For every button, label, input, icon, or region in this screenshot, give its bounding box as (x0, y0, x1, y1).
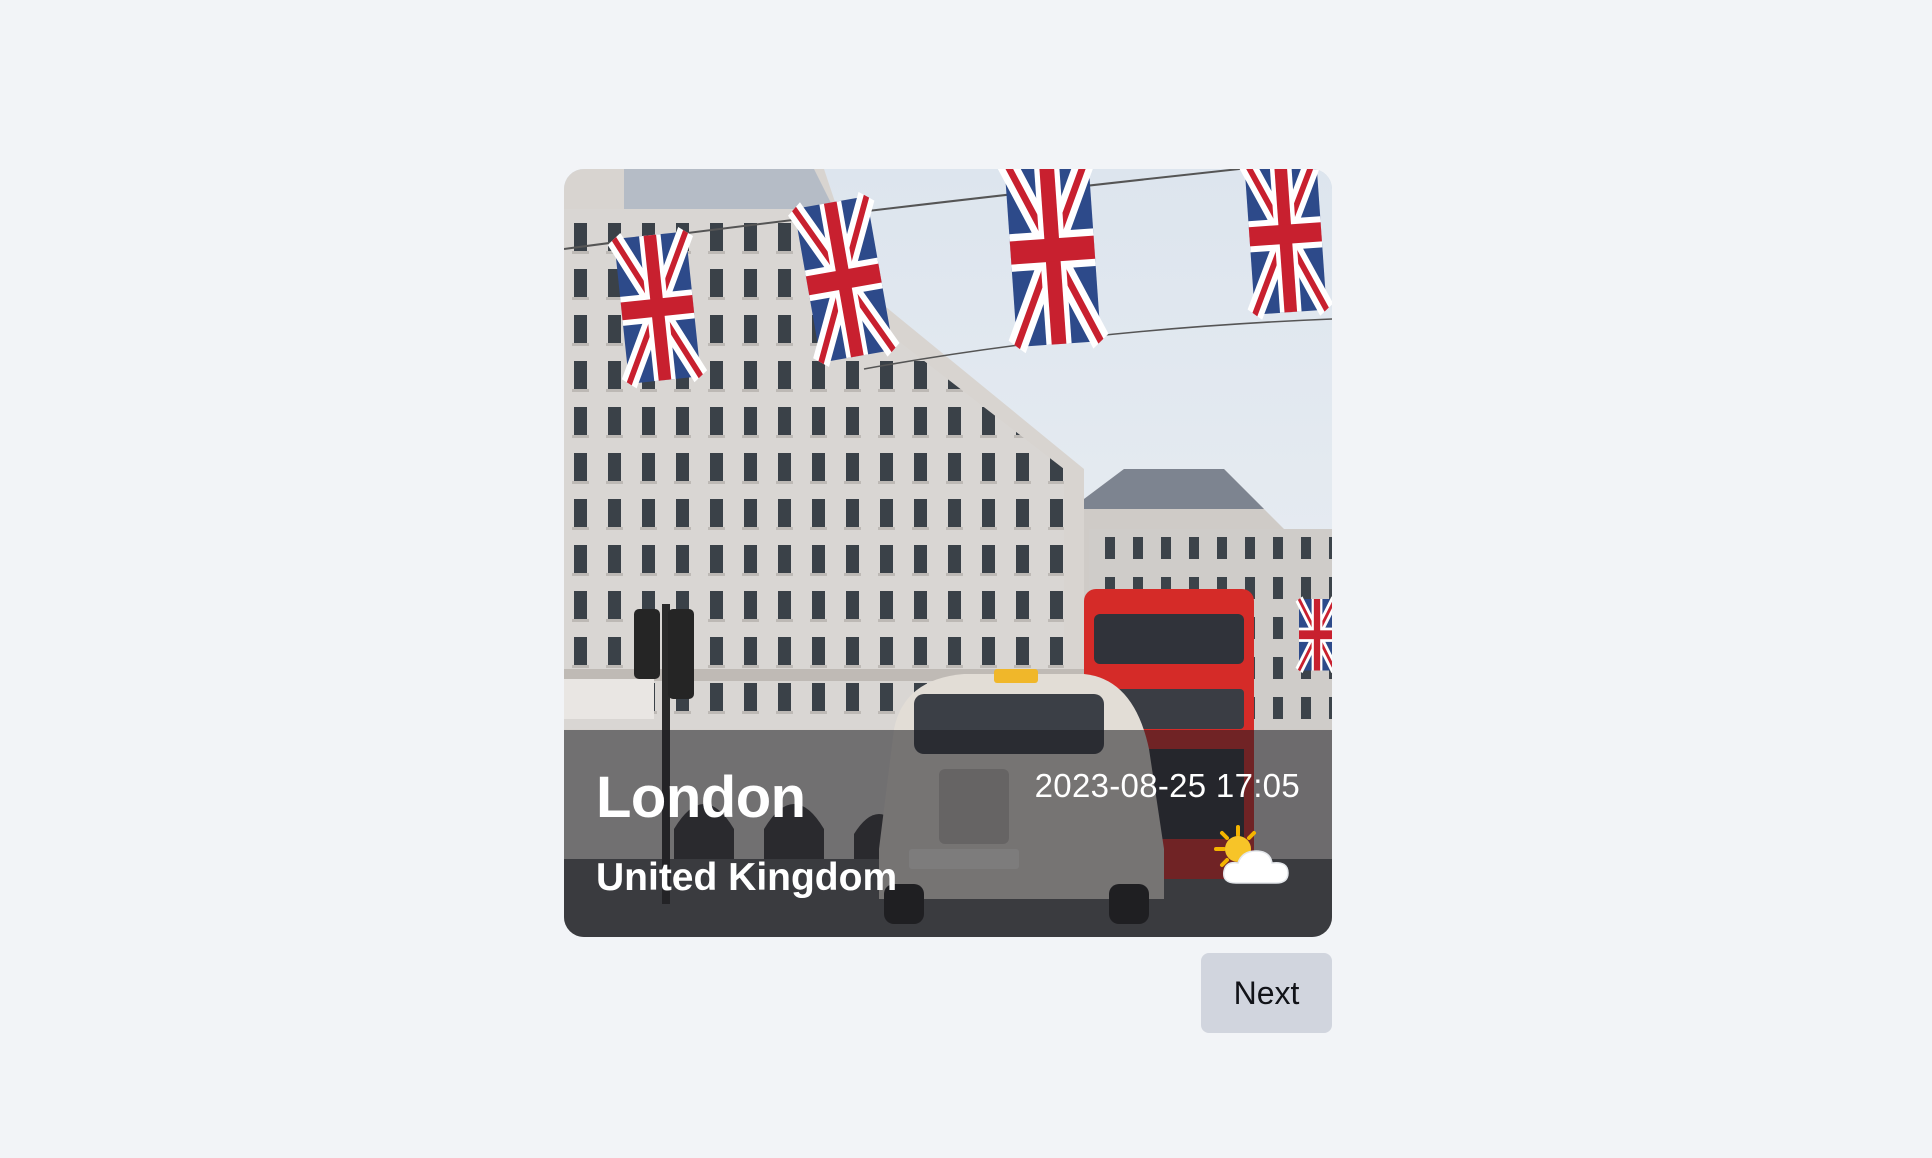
country-name: United Kingdom (596, 856, 898, 899)
sun-behind-cloud-icon (1214, 825, 1289, 884)
local-datetime: 2023-08-25 17:05 (1034, 767, 1300, 804)
city-card: London United Kingdom 2023-08-25 17:05 (564, 169, 1332, 937)
next-button[interactable]: Next (1201, 953, 1332, 1033)
city-name: London (596, 765, 806, 830)
